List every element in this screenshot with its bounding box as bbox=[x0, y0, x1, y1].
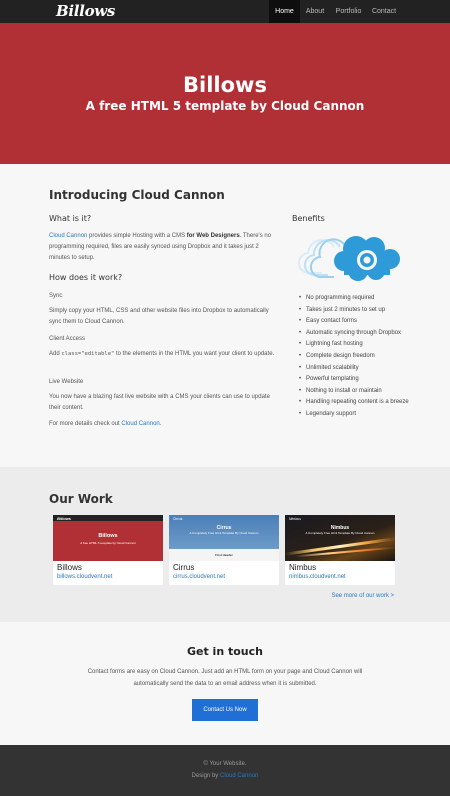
hero-banner: Billows A free HTML 5 template by Cloud … bbox=[0, 23, 450, 164]
footer-copyright: © Your Website. bbox=[203, 761, 247, 767]
footer-design-by: Design by Cloud Cannon bbox=[0, 773, 450, 779]
benefits-heading: Benefits bbox=[292, 214, 325, 223]
what-heading: What is it? bbox=[49, 214, 92, 223]
design-by-text: Design by bbox=[191, 773, 220, 779]
cirrus-thumbnail: Cirrus Cirrus A Completely Free Html Tem… bbox=[169, 515, 279, 561]
client-access-text: Add class="editable" to the elements in … bbox=[49, 349, 275, 360]
work-card-title: Cirrus bbox=[173, 563, 195, 572]
client-access-label: Client Access bbox=[49, 336, 86, 342]
benefit-item: Powerful templating bbox=[299, 374, 418, 386]
benefit-item: Unlimited scalability bbox=[299, 363, 418, 375]
benefit-item: Lightning fast hosting bbox=[299, 339, 418, 351]
nav-item-home[interactable]: Home bbox=[269, 0, 300, 23]
work-card-nimbus[interactable]: Nimbus Nimbus A Completely Free Html Tem… bbox=[285, 515, 395, 585]
access-text-2: to the elements in the HTML you want you… bbox=[114, 351, 275, 357]
sync-label: Sync bbox=[49, 293, 63, 299]
benefit-item: Complete design freedom bbox=[299, 351, 418, 363]
nav-item-about[interactable]: About bbox=[300, 0, 330, 23]
benefit-item: Takes just 2 minutes to set up bbox=[299, 305, 418, 317]
footer-cloud-cannon-link[interactable]: Cloud Cannon bbox=[220, 773, 258, 779]
nav-item-contact[interactable]: Contact bbox=[367, 0, 401, 23]
intro-heading: Introducing Cloud Cannon bbox=[49, 188, 225, 202]
what-bold: for Web Designers bbox=[186, 233, 240, 239]
more-details: For more details check out Cloud Cannon. bbox=[49, 419, 161, 430]
cloud-cannon-logo bbox=[292, 233, 404, 283]
benefits-list: No programming required Takes just 2 min… bbox=[299, 293, 418, 421]
more-end: . bbox=[159, 421, 162, 427]
work-card-title: Billows bbox=[57, 563, 82, 572]
thumb-header: First Header bbox=[215, 553, 233, 557]
work-heading: Our Work bbox=[49, 492, 113, 506]
work-card-link[interactable]: cirrus.cloudvent.net bbox=[173, 574, 225, 580]
thumb-title: Billows bbox=[98, 533, 118, 539]
cloud-cannon-link-2[interactable]: Cloud Cannon bbox=[121, 421, 159, 427]
contact-section: Get in touch Contact forms are easy on C… bbox=[0, 622, 450, 745]
nimbus-thumbnail: Nimbus Nimbus A Completely Free Html Tem… bbox=[285, 515, 395, 561]
benefit-item: No programming required bbox=[299, 293, 418, 305]
thumb-subtitle: A Completely Free Html Template By Cloud… bbox=[189, 531, 259, 535]
how-heading: How does it work? bbox=[49, 273, 123, 282]
billows-thumbnail: Billows Billows A free HTML 5 template b… bbox=[53, 515, 163, 561]
benefit-item: Legendary support bbox=[299, 409, 418, 421]
benefit-item: Nothing to install or maintain bbox=[299, 386, 418, 398]
work-card-link[interactable]: billows.cloudvent.net bbox=[57, 574, 112, 580]
contact-us-button[interactable]: Contact Us Now bbox=[192, 699, 258, 721]
cloud-icon bbox=[298, 236, 400, 281]
what-text-1: provides simple Hosting with a CMS bbox=[87, 233, 187, 239]
site-footer: © Your Website. Design by Cloud Cannon bbox=[0, 745, 450, 796]
live-website-label: Live Website bbox=[49, 379, 84, 385]
thumb-subtitle: A Completely Free Html Template By Cloud… bbox=[305, 531, 375, 535]
hero-title: Billows bbox=[183, 73, 267, 97]
work-card-cirrus[interactable]: Cirrus Cirrus A Completely Free Html Tem… bbox=[169, 515, 279, 585]
benefit-item: Handling repeating content is a breeze bbox=[299, 397, 418, 409]
nav-item-portfolio[interactable]: Portfolio bbox=[330, 0, 367, 23]
more-text: For more details check out bbox=[49, 421, 122, 427]
sync-text: Simply copy your HTML, CSS and other web… bbox=[49, 308, 269, 325]
editable-code: class="editable" bbox=[61, 351, 115, 357]
thumb-logo: Nimbus bbox=[289, 517, 301, 521]
work-card-link[interactable]: nimbus.cloudvent.net bbox=[289, 574, 346, 580]
benefit-item: Easy contact forms bbox=[299, 316, 418, 328]
access-text-1: Add bbox=[49, 351, 62, 357]
site-logo[interactable]: Billows bbox=[56, 2, 115, 20]
benefit-item: Automatic syncing through Dropbox bbox=[299, 328, 418, 340]
cloud-cannon-link[interactable]: Cloud Cannon bbox=[49, 233, 87, 239]
thumb-logo: Cirrus bbox=[173, 517, 183, 521]
work-card-billows[interactable]: Billows Billows A free HTML 5 template b… bbox=[53, 515, 163, 585]
thumb-subtitle: A free HTML 5 template by Cloud Cannon bbox=[80, 541, 136, 545]
thumb-logo: Billows bbox=[57, 516, 72, 521]
live-website-text: You now have a blazing fast live website… bbox=[49, 394, 270, 411]
hero-subtitle: A free HTML 5 template by Cloud Cannon bbox=[85, 99, 365, 113]
contact-heading: Get in touch bbox=[186, 645, 263, 658]
contact-text: Contact forms are easy on Cloud Cannon. … bbox=[87, 669, 363, 687]
see-more-work-link[interactable]: See more of our work > bbox=[331, 593, 394, 599]
what-paragraph: Cloud Cannon provides simple Hosting wit… bbox=[49, 231, 275, 264]
work-card-title: Nimbus bbox=[289, 563, 317, 572]
top-navbar: Billows Home About Portfolio Contact bbox=[0, 0, 450, 23]
